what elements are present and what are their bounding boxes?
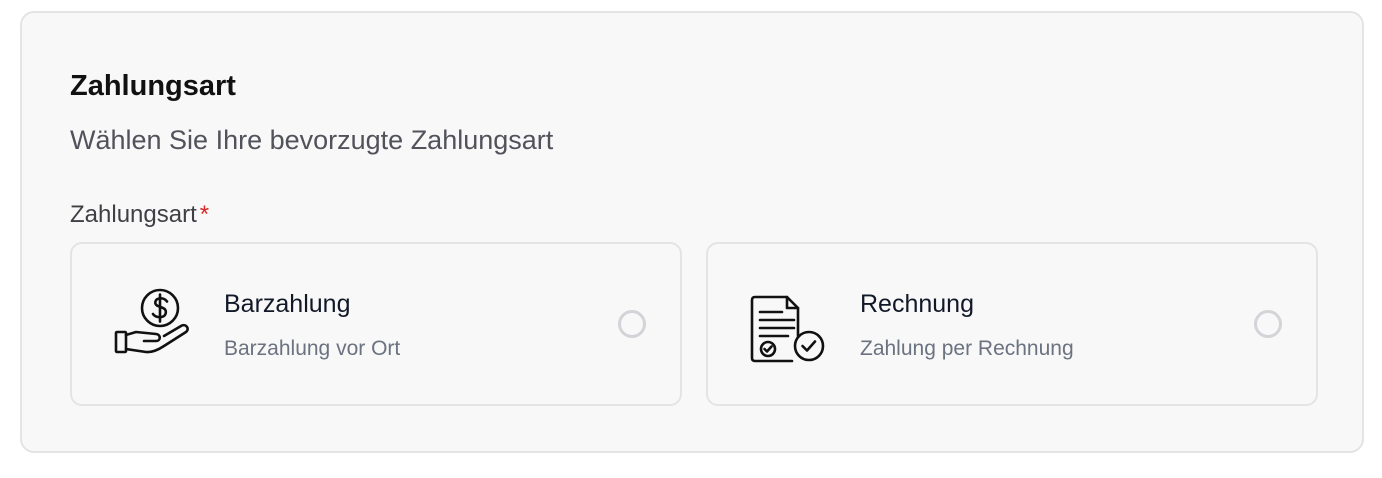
option-description: Zahlung per Rechnung: [860, 337, 1074, 360]
option-title: Rechnung: [860, 290, 974, 318]
payment-method-card: Zahlungsart Wählen Sie Ihre bevorzugte Z…: [20, 11, 1364, 453]
payment-option-rechnung[interactable]: Rechnung Zahlung per Rechnung: [706, 242, 1318, 406]
section-title: Zahlungsart: [70, 70, 236, 102]
payment-option-barzahlung[interactable]: Barzahlung Barzahlung vor Ort: [70, 242, 682, 406]
invoice-icon: [750, 295, 825, 363]
option-radio-rechnung[interactable]: [1254, 310, 1282, 338]
payment-method-field-label: Zahlungsart *: [70, 200, 209, 230]
option-radio-barzahlung[interactable]: [618, 310, 646, 338]
option-description: Barzahlung vor Ort: [224, 337, 401, 360]
section-subtitle: Wählen Sie Ihre bevorzugte Zahlungsart: [70, 125, 554, 155]
option-title: Barzahlung: [224, 290, 351, 318]
cash-payment-icon: [114, 288, 189, 354]
field-label-text: Zahlungsart: [70, 201, 197, 228]
required-marker: *: [199, 201, 210, 228]
